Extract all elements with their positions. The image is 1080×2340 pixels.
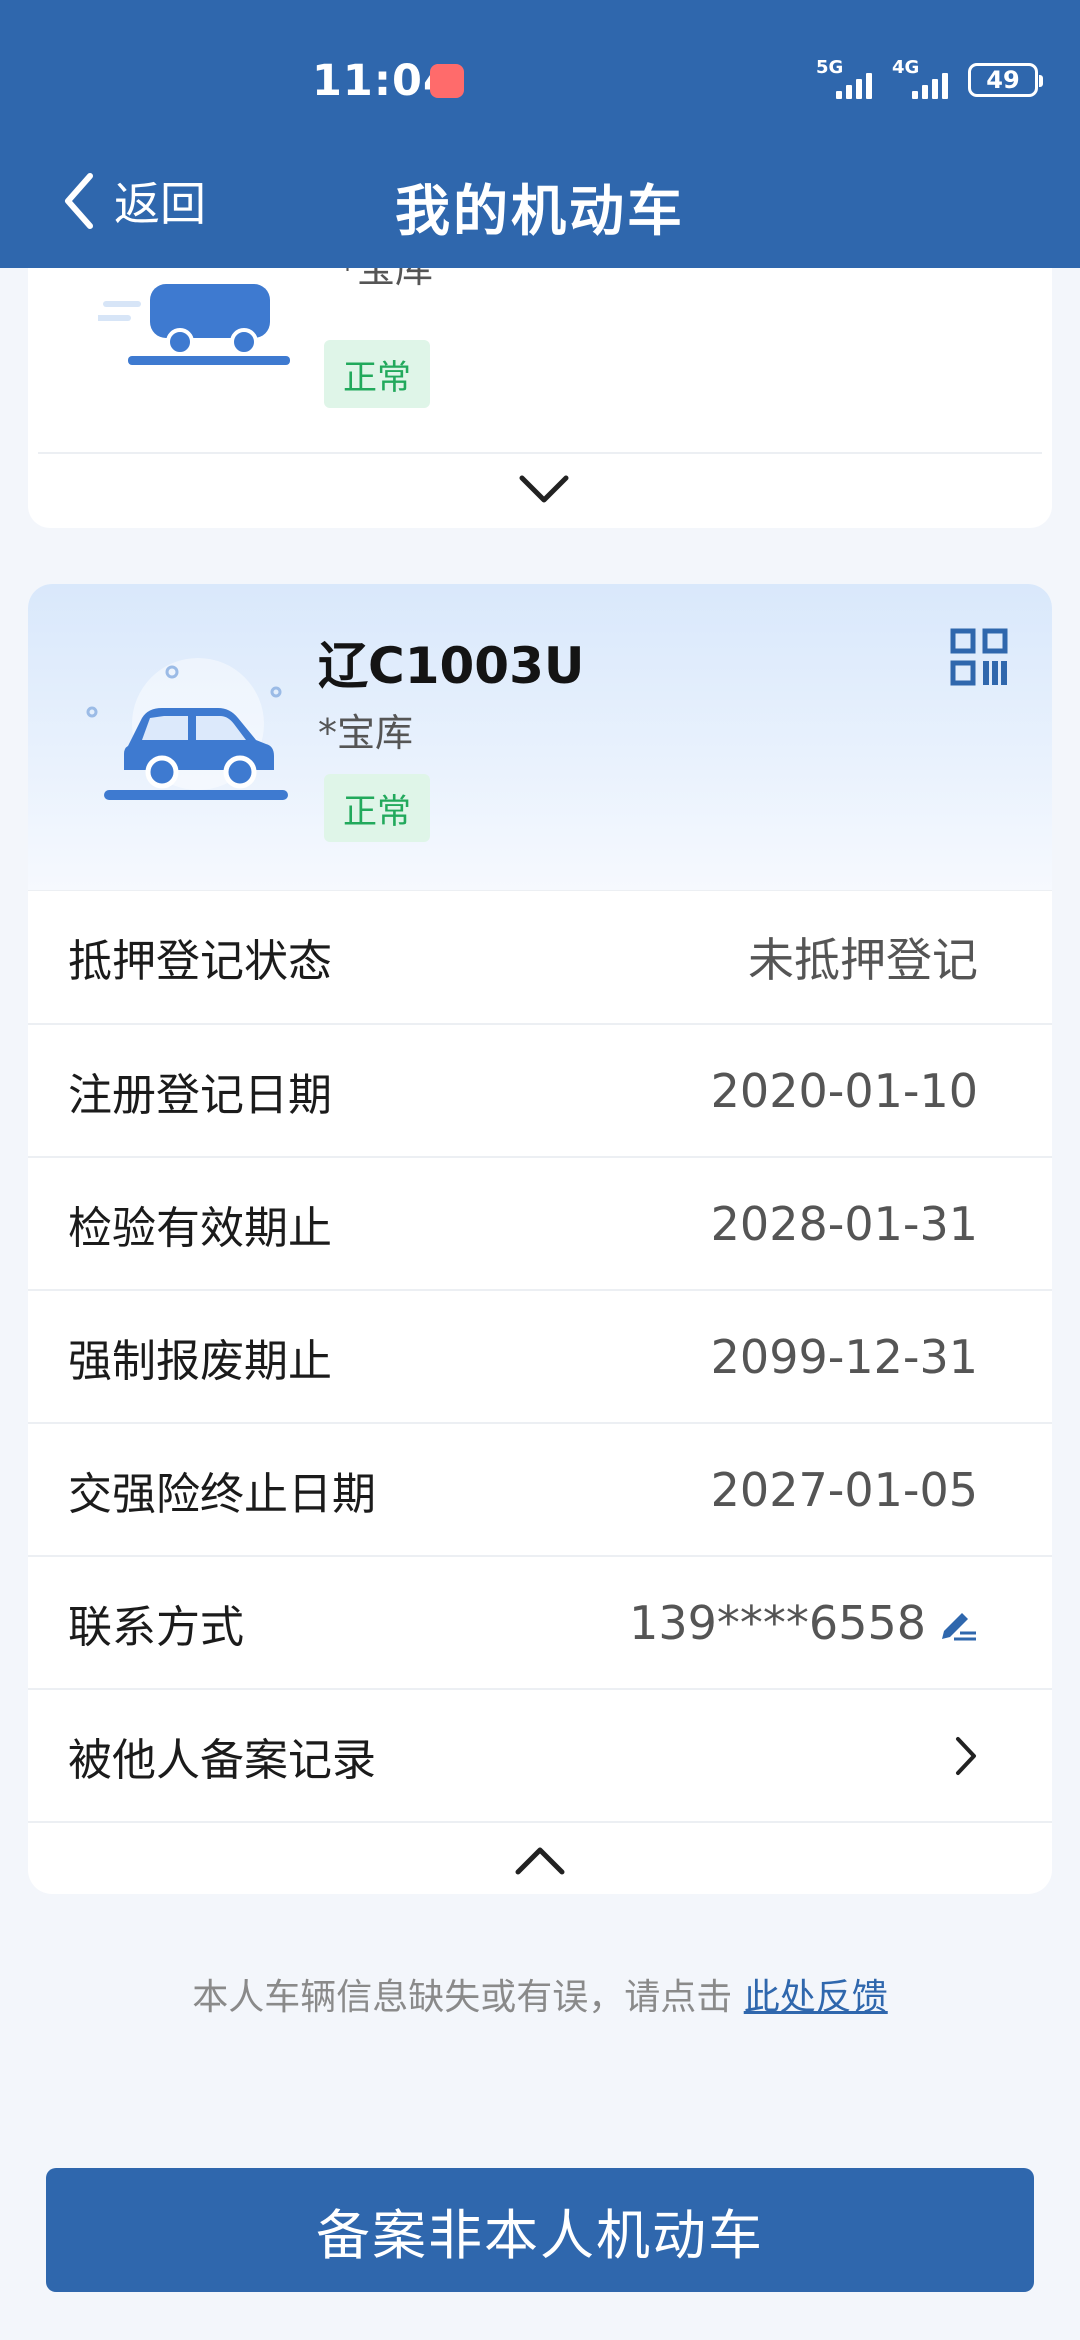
- vehicle-summary: 辽C1003U *宝库 正常: [28, 584, 1052, 890]
- feedback-text: 本人车辆信息缺失或有误，请点击: [192, 1977, 733, 2018]
- row-label: 检验有效期止: [68, 1202, 332, 1254]
- row-insurance-end-date: 交强险终止日期 2027-01-05: [28, 1422, 1052, 1555]
- row-value: 未抵押登记: [748, 933, 978, 987]
- status-badge: 正常: [324, 340, 430, 408]
- owner-name: *宝库: [338, 268, 434, 291]
- row-mortgage-status: 抵押登记状态 未抵押登记: [28, 890, 1052, 1023]
- row-contact[interactable]: 联系方式 139****6558: [28, 1555, 1052, 1688]
- signal-4g-icon: 4G: [892, 59, 954, 99]
- plate-number: 辽C1003U: [318, 637, 585, 695]
- row-value: 2028-01-31: [710, 1196, 978, 1251]
- page-title: 我的机动车: [394, 179, 685, 243]
- row-value: 139****6558: [629, 1596, 978, 1650]
- vehicle-card: 辽C1003U *宝库 正常 抵押登记状态 未抵押登记 注册登记日期 2020-…: [28, 584, 1052, 1894]
- feedback-notice: 本人车辆信息缺失或有误，请点击 此处反馈: [0, 1968, 1080, 2020]
- vehicle-info-list: 抵押登记状态 未抵押登记 注册登记日期 2020-01-10 检验有效期止 20…: [28, 890, 1052, 1894]
- row-label: 强制报废期止: [68, 1335, 332, 1387]
- row-label: 交强险终止日期: [68, 1468, 376, 1520]
- battery-icon: 49: [968, 63, 1043, 97]
- row-inspection-valid-until: 检验有效期止 2028-01-31: [28, 1156, 1052, 1289]
- car-icon: [98, 284, 290, 365]
- edit-icon[interactable]: [938, 1603, 978, 1643]
- feedback-link[interactable]: 此处反馈: [744, 1977, 888, 2018]
- row-value: 2020-01-10: [710, 1063, 978, 1118]
- row-value: [942, 1735, 978, 1777]
- owner-name: *宝库: [318, 711, 414, 755]
- chevron-down-icon[interactable]: [518, 474, 570, 504]
- vehicle-card-previous[interactable]: *宝库 正常: [28, 268, 1052, 528]
- row-label: 联系方式: [68, 1601, 244, 1653]
- row-label: 注册登记日期: [68, 1069, 332, 1121]
- signal-5g-icon: 5G: [816, 59, 878, 99]
- notification-app-icon: [430, 64, 464, 98]
- row-value: 2099-12-31: [710, 1329, 978, 1384]
- collapse-toggle[interactable]: [28, 1821, 1052, 1894]
- divider: [38, 452, 1042, 454]
- chevron-up-icon: [515, 1847, 565, 1875]
- car-icon: [86, 658, 288, 800]
- top-bar: 11:04 5G 4G 49 返回 我的机动车: [0, 0, 1080, 268]
- qr-code-icon[interactable]: [950, 628, 1008, 686]
- register-other-vehicle-button[interactable]: 备案非本人机动车: [46, 2168, 1034, 2292]
- row-label: 抵押登记状态: [68, 936, 332, 987]
- row-others-filing-records[interactable]: 被他人备案记录: [28, 1688, 1052, 1821]
- row-label: 被他人备案记录: [68, 1734, 376, 1786]
- row-registration-date: 注册登记日期 2020-01-10: [28, 1023, 1052, 1156]
- chevron-right-icon: [956, 1736, 976, 1775]
- status-indicators: 5G 4G 49: [816, 58, 1043, 102]
- status-badge: 正常: [324, 774, 430, 842]
- row-value: 2027-01-05: [710, 1462, 978, 1517]
- row-scrap-date: 强制报废期止 2099-12-31: [28, 1289, 1052, 1422]
